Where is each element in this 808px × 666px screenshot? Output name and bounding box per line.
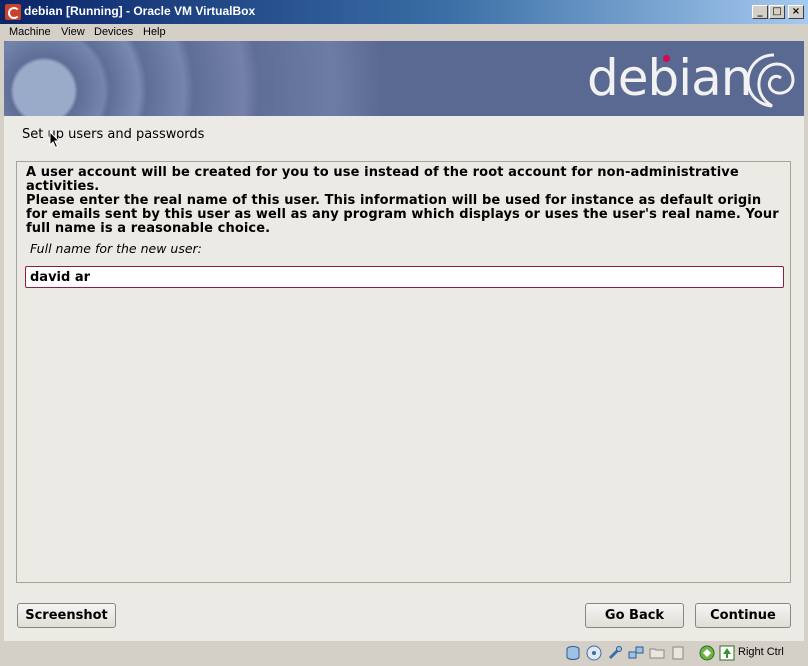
shared-folder-icon[interactable] [649, 645, 665, 661]
full-name-input[interactable] [25, 266, 784, 288]
installer-content-panel: A user account will be created for you t… [16, 161, 791, 583]
menu-machine[interactable]: Machine [9, 26, 51, 38]
menu-bar: Machine View Devices Help [0, 24, 808, 41]
menu-devices[interactable]: Devices [94, 26, 133, 38]
usb-icon[interactable] [607, 645, 623, 661]
guest-display[interactable]: debian Set up users and passwords A user… [4, 41, 804, 641]
host-key-label: Right Ctrl [738, 646, 784, 658]
mouse-integration-icon[interactable] [719, 645, 735, 661]
menu-view[interactable]: View [61, 26, 85, 38]
display-icon[interactable] [670, 645, 686, 661]
instructions-text: Please enter the real name of this user.… [26, 193, 779, 236]
intro-text: A user account will be created for you t… [26, 165, 739, 194]
screenshot-button[interactable]: Screenshot [17, 603, 116, 628]
close-button[interactable]: × [788, 5, 804, 19]
window-title-bar: debian [Running] - Oracle VM VirtualBox … [0, 0, 808, 24]
virtualbox-app-icon [5, 4, 21, 20]
mouse-cursor-icon [49, 131, 61, 149]
hard-disk-icon[interactable] [565, 645, 581, 661]
optical-drive-icon[interactable] [586, 645, 602, 661]
status-bar: Right Ctrl [0, 641, 808, 666]
minimize-button[interactable]: _ [752, 5, 768, 19]
full-name-label: Full name for the new user: [30, 241, 202, 256]
network-icon[interactable] [628, 645, 644, 661]
maximize-button[interactable]: □ [769, 5, 785, 19]
virtualization-icon[interactable] [699, 645, 715, 661]
go-back-button[interactable]: Go Back [585, 603, 684, 628]
debian-swirl-icon [746, 53, 795, 108]
debian-logo-dot [663, 55, 670, 62]
window-title: debian [Running] - Oracle VM VirtualBox [24, 4, 256, 18]
debian-banner: debian [4, 41, 804, 116]
menu-help[interactable]: Help [143, 26, 166, 38]
continue-button[interactable]: Continue [695, 603, 791, 628]
